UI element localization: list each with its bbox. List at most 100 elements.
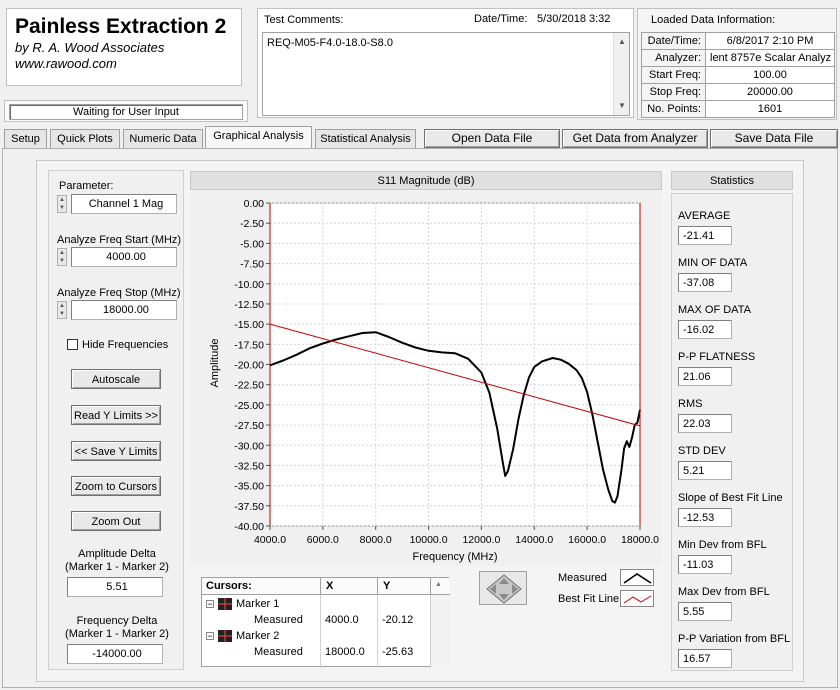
legend-measured-swatch[interactable]	[620, 569, 654, 586]
save-data-file-button[interactable]: Save Data File	[710, 129, 838, 148]
y-tick-label: -35.00	[234, 481, 264, 493]
header-scroll-up-icon[interactable]: ▲	[435, 581, 442, 588]
info-label: Stop Freq:	[641, 83, 706, 101]
stat-value: 16.57	[678, 649, 732, 668]
info-row: No. Points: 1601	[641, 100, 835, 118]
x-tick-label: 18000.0	[621, 534, 659, 546]
tab-setup[interactable]: Setup	[4, 129, 47, 148]
y-tick-label: -15.00	[234, 319, 264, 331]
scroll-down-icon[interactable]: ▼	[618, 101, 626, 110]
info-value: lent 8757e Scalar Analyz	[705, 49, 835, 67]
tab-graphical-analysis[interactable]: Graphical Analysis	[205, 126, 312, 148]
read-y-limits-button[interactable]: Read Y Limits >>	[71, 405, 161, 425]
marker-2-sub: Measured	[254, 646, 303, 658]
app-website: www.rawood.com	[15, 56, 117, 71]
pan-tool-button[interactable]	[479, 571, 527, 605]
analyze-stop-label: Analyze Freq Stop (MHz)	[57, 287, 181, 299]
comments-scrollbar[interactable]: ▲ ▼	[613, 33, 629, 115]
chart-title-bar: S11 Magnitude (dB)	[190, 171, 662, 190]
info-value: 6/8/2017 2:10 PM	[705, 32, 835, 50]
y-axis-label: Amplitude	[209, 339, 221, 388]
marker-2-y[interactable]: -25.63	[382, 646, 413, 658]
loaded-info-table: Date/Time: 6/8/2017 2:10 PM Analyzer: le…	[641, 32, 835, 118]
marker-1-crosshair-icon	[218, 598, 232, 610]
marker-1-y[interactable]: -20.12	[382, 614, 413, 626]
stat-value: -11.03	[678, 555, 732, 574]
x-tick-label: 4000.0	[254, 534, 286, 546]
scroll-up-icon[interactable]: ▲	[618, 37, 626, 46]
y-tick-label: -40.00	[234, 521, 264, 533]
stat-label: P-P Variation from BFL	[678, 633, 791, 645]
frequency-delta-sublabel: (Marker 1 - Marker 2)	[65, 628, 169, 640]
collapse-marker-1-icon[interactable]: −	[206, 600, 214, 609]
zoom-to-cursors-button[interactable]: Zoom to Cursors	[71, 476, 161, 496]
analyze-start-label: Analyze Freq Start (MHz)	[57, 234, 182, 246]
chart-title: S11 Magnitude (dB)	[377, 175, 475, 187]
hide-frequencies-label: Hide Frequencies	[82, 339, 169, 351]
info-row: Date/Time: 6/8/2017 2:10 PM	[641, 32, 835, 50]
x-tick-label: 8000.0	[360, 534, 392, 546]
legend-measured-label: Measured	[558, 572, 607, 584]
s11-magnitude-chart[interactable]: 0.00 -2.50 -5.00 -7.50 -10.00 -12.50 -15.00 -17…	[190, 191, 662, 566]
info-value: 100.00	[705, 66, 835, 84]
test-comments-panel: Test Comments: Date/Time: 5/30/2018 3:32…	[257, 8, 634, 118]
col-divider	[377, 595, 378, 668]
x-tick-label: 6000.0	[307, 534, 339, 546]
tab-statistical-analysis[interactable]: Statistical Analysis	[315, 129, 416, 148]
marker-2-crosshair-icon	[218, 630, 232, 642]
marker-1-sub: Measured	[254, 614, 303, 626]
test-comments-textarea[interactable]: REQ-M05-F4.0-18.0-S8.0 ▲ ▼	[262, 32, 630, 116]
analyze-start-input[interactable]: 4000.00	[71, 247, 177, 267]
x-tick-label: 16000.0	[568, 534, 606, 546]
parameter-spinner[interactable]: ▲ ▼	[57, 195, 67, 213]
collapse-marker-2-icon[interactable]: −	[206, 632, 214, 641]
stop-spinner[interactable]: ▲ ▼	[57, 301, 67, 319]
marker-1-name: Marker 1	[236, 598, 280, 610]
loaded-info-panel: Loaded Data Information: Date/Time: 6/8/…	[637, 8, 837, 120]
tab-numeric-data[interactable]: Numeric Data	[123, 129, 203, 148]
scrollbar-track[interactable]	[431, 595, 450, 668]
zoom-out-button[interactable]: Zoom Out	[71, 511, 161, 531]
autoscale-button[interactable]: Autoscale	[71, 369, 161, 389]
stat-value: 5.55	[678, 602, 732, 621]
y-tick-label: -10.00	[234, 279, 264, 291]
legend-bfl-swatch[interactable]	[620, 590, 654, 607]
stat-label: Max Dev from BFL	[678, 586, 770, 598]
statistics-panel: AVERAGE -21.41 MIN OF DATA -37.08 MAX OF DAT…	[671, 193, 793, 671]
cursor-table[interactable]: Cursors: X Y ▲ − Marker 1 Measured 4000.…	[201, 577, 450, 668]
open-data-file-button[interactable]: Open Data File	[424, 129, 560, 148]
stat-value: -21.41	[678, 226, 732, 245]
info-row: Stop Freq: 20000.00	[641, 83, 835, 101]
stat-label: MIN OF DATA	[678, 257, 748, 269]
statistics-title: Statistics	[709, 175, 754, 187]
marker-2-x[interactable]: 18000.0	[325, 646, 365, 658]
stat-value: 22.03	[678, 414, 732, 433]
stat-label: AVERAGE	[678, 210, 731, 222]
test-comments-value: REQ-M05-F4.0-18.0-S8.0	[267, 37, 393, 49]
y-tick-label: 0.00	[244, 198, 265, 210]
x-header: X	[326, 580, 334, 592]
header-divider	[430, 578, 431, 595]
get-data-from-analyzer-button[interactable]: Get Data from Analyzer	[562, 129, 708, 148]
hide-frequencies-checkbox[interactable]	[67, 339, 78, 350]
y-tick-label: -12.50	[234, 299, 264, 311]
info-label: Start Freq:	[641, 66, 706, 84]
save-y-limits-button[interactable]: << Save Y Limits	[71, 441, 161, 461]
x-tick-label: 14000.0	[515, 534, 553, 546]
stat-label: P-P FLATNESS	[678, 351, 756, 363]
parameter-select[interactable]: Channel 1 Mag	[71, 194, 177, 214]
start-spinner[interactable]: ▲ ▼	[57, 248, 67, 266]
test-comments-label: Test Comments:	[264, 14, 344, 26]
header-divider	[377, 578, 378, 595]
y-tick-label: -20.00	[234, 360, 264, 372]
marker-1-x[interactable]: 4000.0	[325, 614, 359, 626]
frequency-delta-value: -14000.00	[67, 644, 163, 664]
y-tick-label: -17.50	[234, 339, 264, 351]
analyze-stop-input[interactable]: 18000.00	[71, 300, 177, 320]
stat-label: STD DEV	[678, 445, 726, 457]
app-title-box: Painless Extraction 2 by R. A. Wood Asso…	[6, 8, 242, 86]
y-tick-label: -22.50	[234, 380, 264, 392]
status-frame: Waiting for User Input	[4, 100, 248, 122]
y-tick-label: -37.50	[234, 501, 264, 513]
tab-quick-plots[interactable]: Quick Plots	[50, 129, 120, 148]
